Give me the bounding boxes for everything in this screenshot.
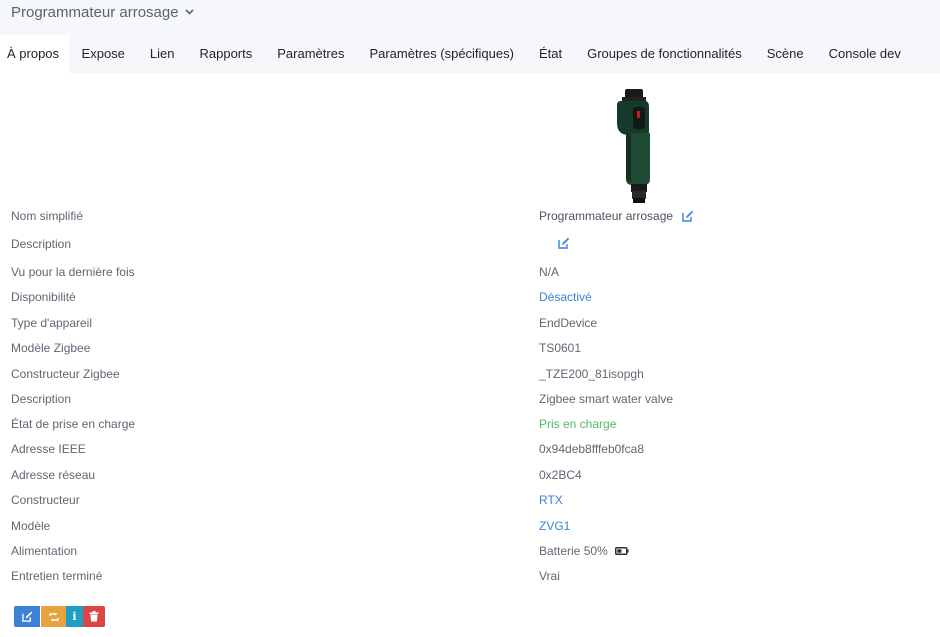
detail-label: Constructeur (11, 493, 80, 507)
detail-friendly-name: Nom simplifié Programmateur arrosage (0, 203, 940, 228)
tab-bar: À propos Expose Lien Rapports Paramètres… (0, 35, 913, 73)
detail-manufacturer: Constructeur RTX (0, 487, 940, 512)
detail-value: 0x94deb8fffeb0fca8 (539, 442, 644, 456)
delete-button[interactable] (83, 606, 105, 627)
detail-label: Alimentation (11, 544, 78, 558)
tab-bind[interactable]: Lien (137, 35, 187, 73)
detail-description-editable: Description (0, 231, 940, 256)
edit-icon[interactable] (682, 210, 694, 222)
power-value: Batterie 50% (539, 544, 608, 558)
detail-label: Adresse IEEE (11, 442, 86, 456)
edit-icon[interactable] (558, 237, 570, 249)
friendly-name-value: Programmateur arrosage (539, 209, 674, 223)
detail-zigbee-manufacturer: Constructeur Zigbee _TZE200_81isopgh (0, 361, 940, 386)
detail-value: Zigbee smart water valve (539, 392, 674, 406)
device-image (609, 87, 659, 205)
support-status-link[interactable]: Pris en charge (539, 417, 616, 431)
tab-scene[interactable]: Scène (754, 35, 816, 73)
info-button[interactable]: i (66, 606, 83, 627)
detail-last-seen: Vu pour la dernière fois N/A (0, 259, 940, 284)
detail-label: Disponibilité (11, 290, 76, 304)
availability-link[interactable]: Désactivé (539, 290, 592, 304)
detail-label: Modèle Zigbee (11, 341, 91, 355)
manufacturer-link[interactable]: RTX (539, 493, 563, 507)
battery-half-icon (614, 544, 629, 558)
tab-clusters[interactable]: Groupes de fonctionnalités (575, 35, 755, 73)
rename-icon (48, 612, 59, 621)
model-link[interactable]: ZVG1 (539, 519, 570, 533)
detail-label: Vu pour la dernière fois (11, 265, 135, 279)
detail-model: Modèle ZVG1 (0, 513, 940, 538)
trash-icon (89, 611, 99, 622)
detail-description: Description Zigbee smart water valve (0, 386, 940, 411)
detail-value: Vrai (539, 569, 560, 583)
detail-value: 0x2BC4 (539, 468, 582, 482)
detail-power: Alimentation Batterie 50% (0, 538, 940, 563)
device-actions: i (14, 606, 105, 627)
detail-label: État de prise en charge (11, 417, 136, 431)
detail-value: TS0601 (539, 341, 582, 355)
rename-button[interactable] (41, 606, 66, 627)
detail-label: Description (11, 392, 72, 406)
detail-label: Nom simplifié (11, 209, 84, 223)
tab-dev-console[interactable]: Console dev (816, 35, 913, 73)
detail-label: Adresse réseau (11, 468, 96, 482)
edit-button[interactable] (14, 606, 40, 627)
detail-zigbee-model: Modèle Zigbee TS0601 (0, 335, 940, 360)
device-title: Programmateur arrosage (11, 3, 179, 21)
info-icon: i (72, 610, 77, 623)
detail-label: Modèle (11, 519, 51, 533)
detail-label: Description (11, 237, 72, 251)
detail-value: EndDevice (539, 316, 598, 330)
tab-exposes[interactable]: Expose (69, 35, 137, 73)
detail-value: _TZE200_81isopgh (539, 367, 644, 381)
tab-settings[interactable]: Paramètres (265, 35, 357, 73)
detail-label: Type d'appareil (11, 316, 93, 330)
tab-state[interactable]: État (526, 35, 574, 73)
chevron-down-icon (185, 7, 194, 18)
tab-settings-specific[interactable]: Paramètres (spécifiques) (357, 35, 527, 73)
detail-value: N/A (539, 265, 560, 279)
edit-icon (21, 611, 32, 622)
tab-about[interactable]: À propos (0, 35, 70, 73)
detail-network-address: Adresse réseau 0x2BC4 (0, 462, 940, 487)
tab-reporting[interactable]: Rapports (187, 35, 265, 73)
detail-label: Constructeur Zigbee (11, 367, 120, 381)
device-selector[interactable]: Programmateur arrosage (11, 2, 194, 22)
device-header: Programmateur arrosage À propos Expose L… (0, 0, 940, 73)
detail-availability: Disponibilité Désactivé (0, 284, 940, 309)
detail-ieee-address: Adresse IEEE 0x94deb8fffeb0fca8 (0, 436, 940, 461)
detail-device-type: Type d'appareil EndDevice (0, 310, 940, 335)
detail-label: Entretien terminé (11, 569, 103, 583)
detail-interview-completed: Entretien terminé Vrai (0, 563, 940, 588)
detail-support-status: État de prise en charge Pris en charge (0, 411, 940, 436)
